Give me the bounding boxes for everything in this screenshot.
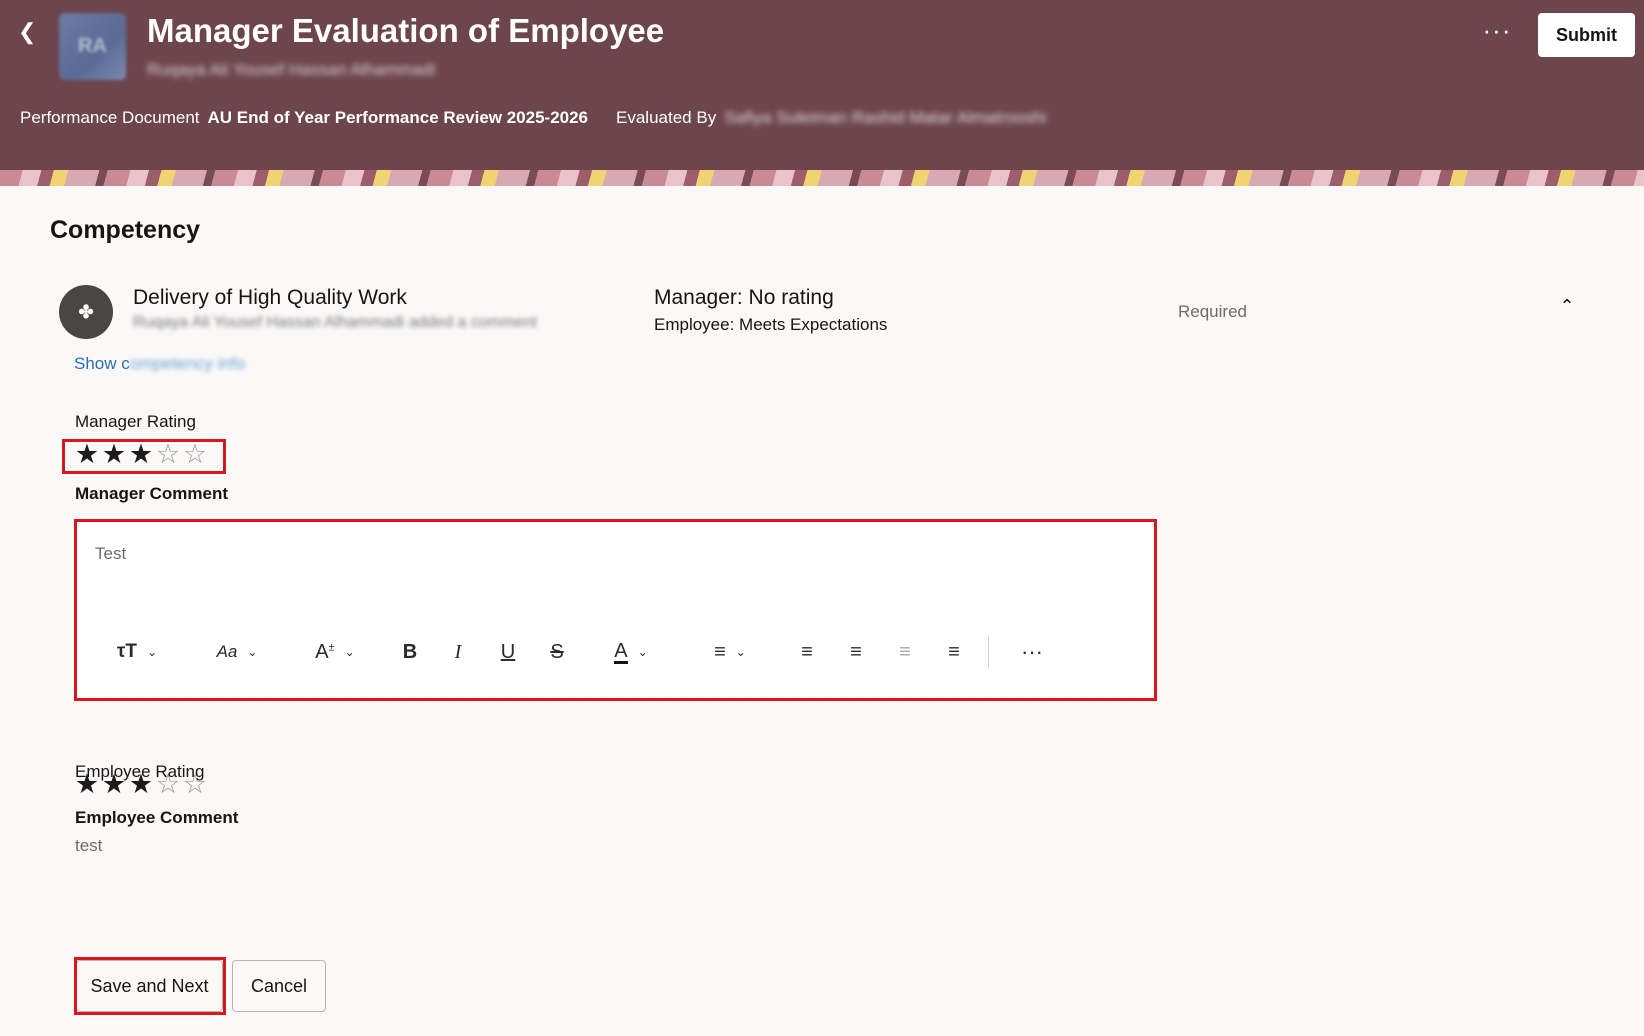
- more-options-icon[interactable]: ···: [1012, 632, 1052, 672]
- show-competency-info-link[interactable]: Show competency info: [74, 354, 245, 374]
- strikethrough-icon[interactable]: S: [542, 632, 572, 672]
- main-content: Competency ✤ Delivery of High Quality Wo…: [0, 186, 1644, 1036]
- document-meta: Performance Document AU End of Year Perfo…: [20, 108, 1046, 128]
- chevron-left-icon[interactable]: ❮: [18, 20, 42, 44]
- employee-comment-label: Employee Comment: [75, 808, 239, 827]
- required-label: Required: [1178, 302, 1247, 321]
- star-empty-icon: ☆: [155, 769, 181, 799]
- bold-icon[interactable]: B: [395, 632, 425, 672]
- star-filled-icon: ★: [101, 769, 127, 799]
- employee-name: Ruqaya Ali Yousef Hassan Alhammadi: [147, 60, 436, 79]
- star-filled-icon: ★: [128, 769, 154, 799]
- performance-document-label: Performance Document: [20, 108, 200, 127]
- evaluated-by-label: Evaluated By: [616, 108, 717, 127]
- page-header: ❮ RA Manager Evaluation of Employee Ruqa…: [0, 0, 1644, 170]
- ellipsis-icon[interactable]: ···: [1482, 17, 1512, 48]
- submit-button[interactable]: Submit: [1538, 13, 1635, 57]
- manager-comment-editor[interactable]: Test τT ⌄ Aa ⌄ A± ⌄ B I U S A ⌄ ≡ ⌄ ≡ ≡ ≡ ≡ ·…: [77, 522, 1153, 696]
- underline-icon[interactable]: U: [493, 632, 523, 672]
- manager-comment-text[interactable]: Test: [95, 544, 126, 564]
- page-title: Manager Evaluation of Employee: [147, 12, 665, 49]
- star-empty-icon[interactable]: ☆: [182, 439, 208, 469]
- bulleted-list-icon[interactable]: ≡: [792, 632, 822, 672]
- save-and-next-button[interactable]: Save and Next: [76, 960, 223, 1012]
- star-empty-icon[interactable]: ☆: [155, 439, 181, 469]
- show-link-prefix: Show c: [74, 354, 130, 373]
- star-filled-icon[interactable]: ★: [74, 439, 100, 469]
- employee-rating-status: Employee: Meets Expectations: [654, 315, 888, 334]
- editor-toolbar: τT ⌄ Aa ⌄ A± ⌄ B I U S A ⌄ ≡ ⌄ ≡ ≡ ≡ ≡ ···: [77, 632, 1153, 682]
- section-title: Competency: [50, 216, 201, 244]
- text-size-icon[interactable]: τT ⌄: [107, 632, 167, 672]
- avatar: RA: [59, 13, 126, 80]
- star-filled-icon: ★: [74, 769, 100, 799]
- employee-rating-stars: ★ ★ ★ ☆ ☆: [74, 769, 208, 799]
- competency-activity: Ruqaya Ali Yousef Hassan Alhammadi added…: [133, 314, 537, 331]
- cancel-button[interactable]: Cancel: [232, 960, 326, 1012]
- superscript-icon[interactable]: A± ⌄: [305, 632, 365, 672]
- text-color-icon[interactable]: A ⌄: [601, 632, 661, 672]
- manager-rating-status: Manager: No rating: [654, 286, 834, 309]
- font-family-icon[interactable]: Aa ⌄: [207, 632, 267, 672]
- star-filled-icon[interactable]: ★: [128, 439, 154, 469]
- manager-rating-label: Manager Rating: [75, 412, 196, 431]
- star-filled-icon[interactable]: ★: [101, 439, 127, 469]
- indent-icon[interactable]: ≡: [939, 632, 969, 672]
- show-link-rest: ompetency info: [129, 354, 246, 373]
- performance-document-value: AU End of Year Performance Review 2025-2…: [207, 108, 589, 127]
- star-empty-icon: ☆: [182, 769, 208, 799]
- align-left-icon[interactable]: ≡ ⌄: [700, 632, 760, 672]
- outdent-icon[interactable]: ≡: [890, 632, 920, 672]
- chevron-up-icon[interactable]: ⌃: [1556, 296, 1578, 318]
- decorative-banner-stripe: [0, 170, 1644, 186]
- employee-comment-text: test: [75, 836, 103, 855]
- competency-name: Delivery of High Quality Work: [133, 286, 407, 309]
- numbered-list-icon[interactable]: ≡: [841, 632, 871, 672]
- italic-icon[interactable]: I: [443, 632, 473, 672]
- evaluated-by-value: Safiya Suleiman Rashid Matar Almatrooshi: [724, 108, 1047, 127]
- toolbar-divider: [988, 636, 989, 668]
- manager-rating-stars[interactable]: ★ ★ ★ ☆ ☆: [74, 439, 208, 469]
- manager-comment-label: Manager Comment: [75, 484, 229, 503]
- competency-icon: ✤: [59, 285, 113, 339]
